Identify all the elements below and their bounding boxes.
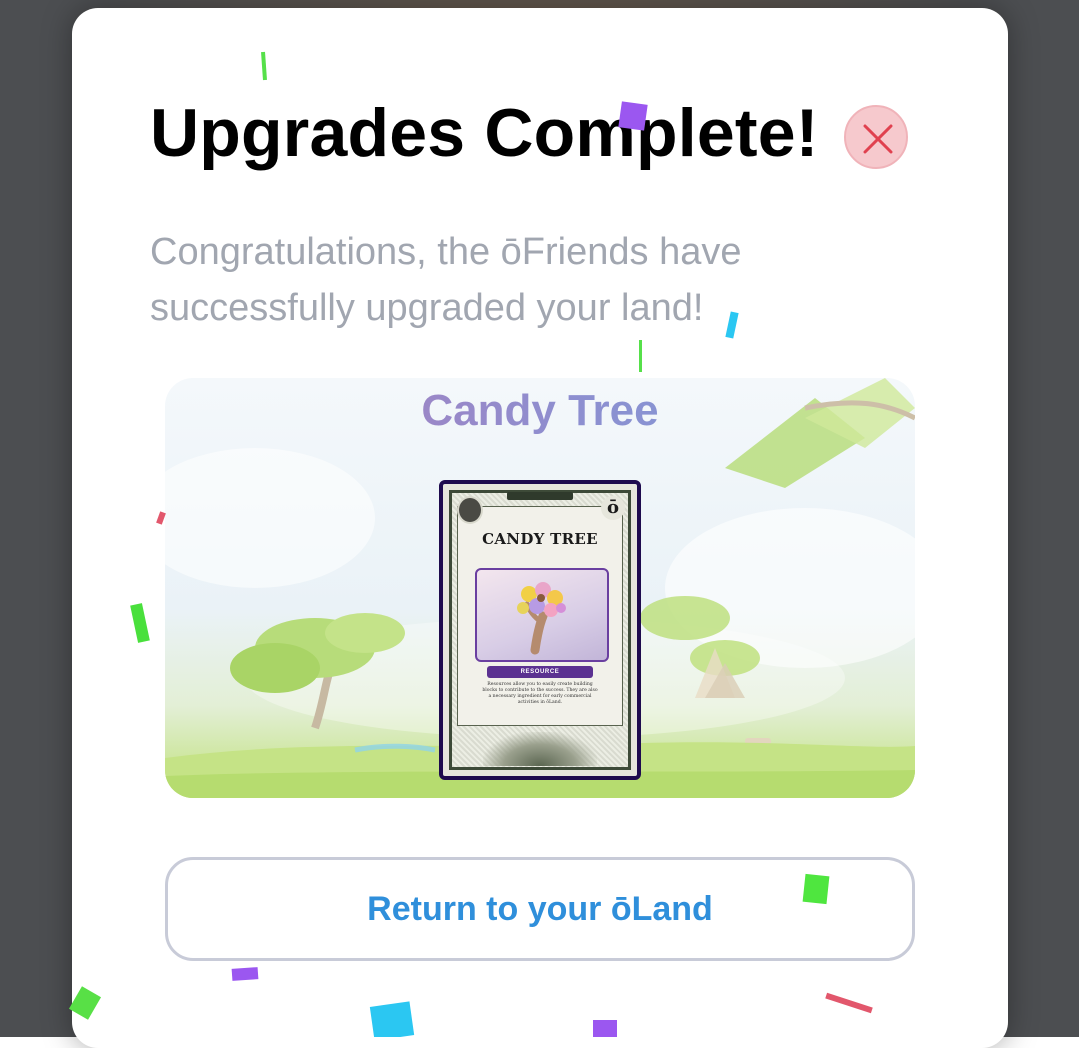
modal-title: Upgrades Complete! xyxy=(150,95,819,171)
upgrade-complete-modal: Upgrades Complete! Congratulations, the … xyxy=(72,8,1008,1048)
o-logo-icon: ō xyxy=(601,496,625,520)
reward-name: Candy Tree xyxy=(165,386,915,436)
card-top-banner xyxy=(507,492,573,500)
card-ornament xyxy=(483,732,597,766)
card-type-label: RESOURCE xyxy=(487,666,593,678)
candy-tree-art xyxy=(475,568,609,662)
reward-card[interactable]: ō CANDY TREE RESOURCE Resources allow yo xyxy=(439,480,641,780)
close-button[interactable] xyxy=(844,105,908,169)
candy-tree-icon xyxy=(517,582,566,655)
modal-subtitle: Congratulations, the ōFriends have succe… xyxy=(150,231,742,329)
close-x-icon xyxy=(863,124,893,154)
portrait-icon xyxy=(457,496,483,524)
card-description: Resources allow you to easily create bui… xyxy=(482,682,598,705)
return-to-oland-button[interactable]: Return to your ōLand xyxy=(165,857,915,961)
reward-showcase: Candy Tree ō CANDY TREE RESOURCE Resourc… xyxy=(165,378,915,798)
card-title: CANDY TREE xyxy=(482,530,598,548)
